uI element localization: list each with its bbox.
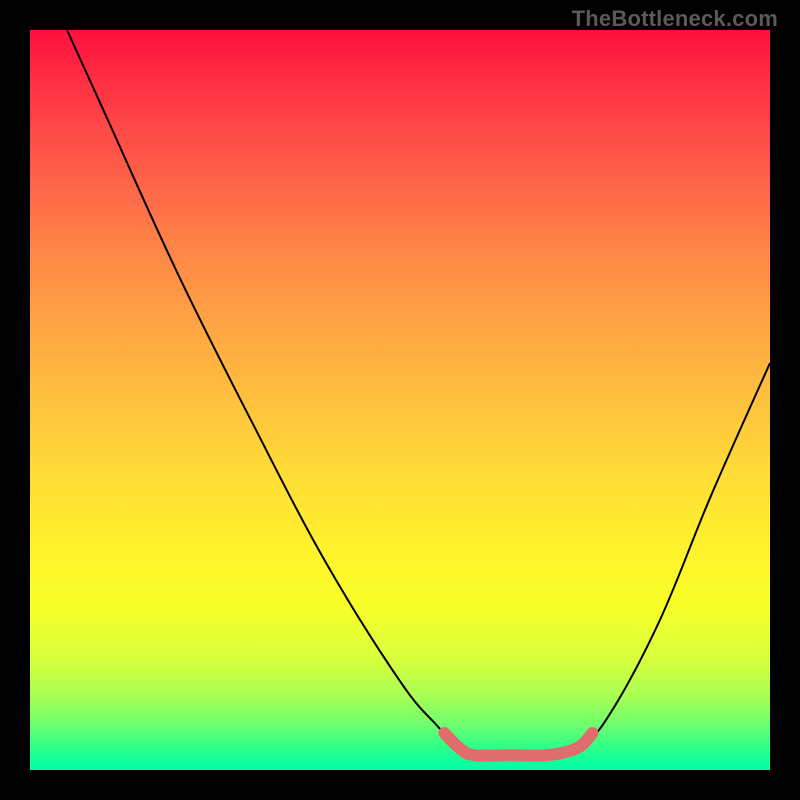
bottleneck-curve-thin-path: [67, 30, 770, 756]
chart-frame: TheBottleneck.com: [0, 0, 800, 800]
watermark-text: TheBottleneck.com: [572, 6, 778, 32]
bottleneck-curve-highlight-path: [444, 733, 592, 756]
plot-area: [30, 30, 770, 770]
chart-svg: [30, 30, 770, 770]
